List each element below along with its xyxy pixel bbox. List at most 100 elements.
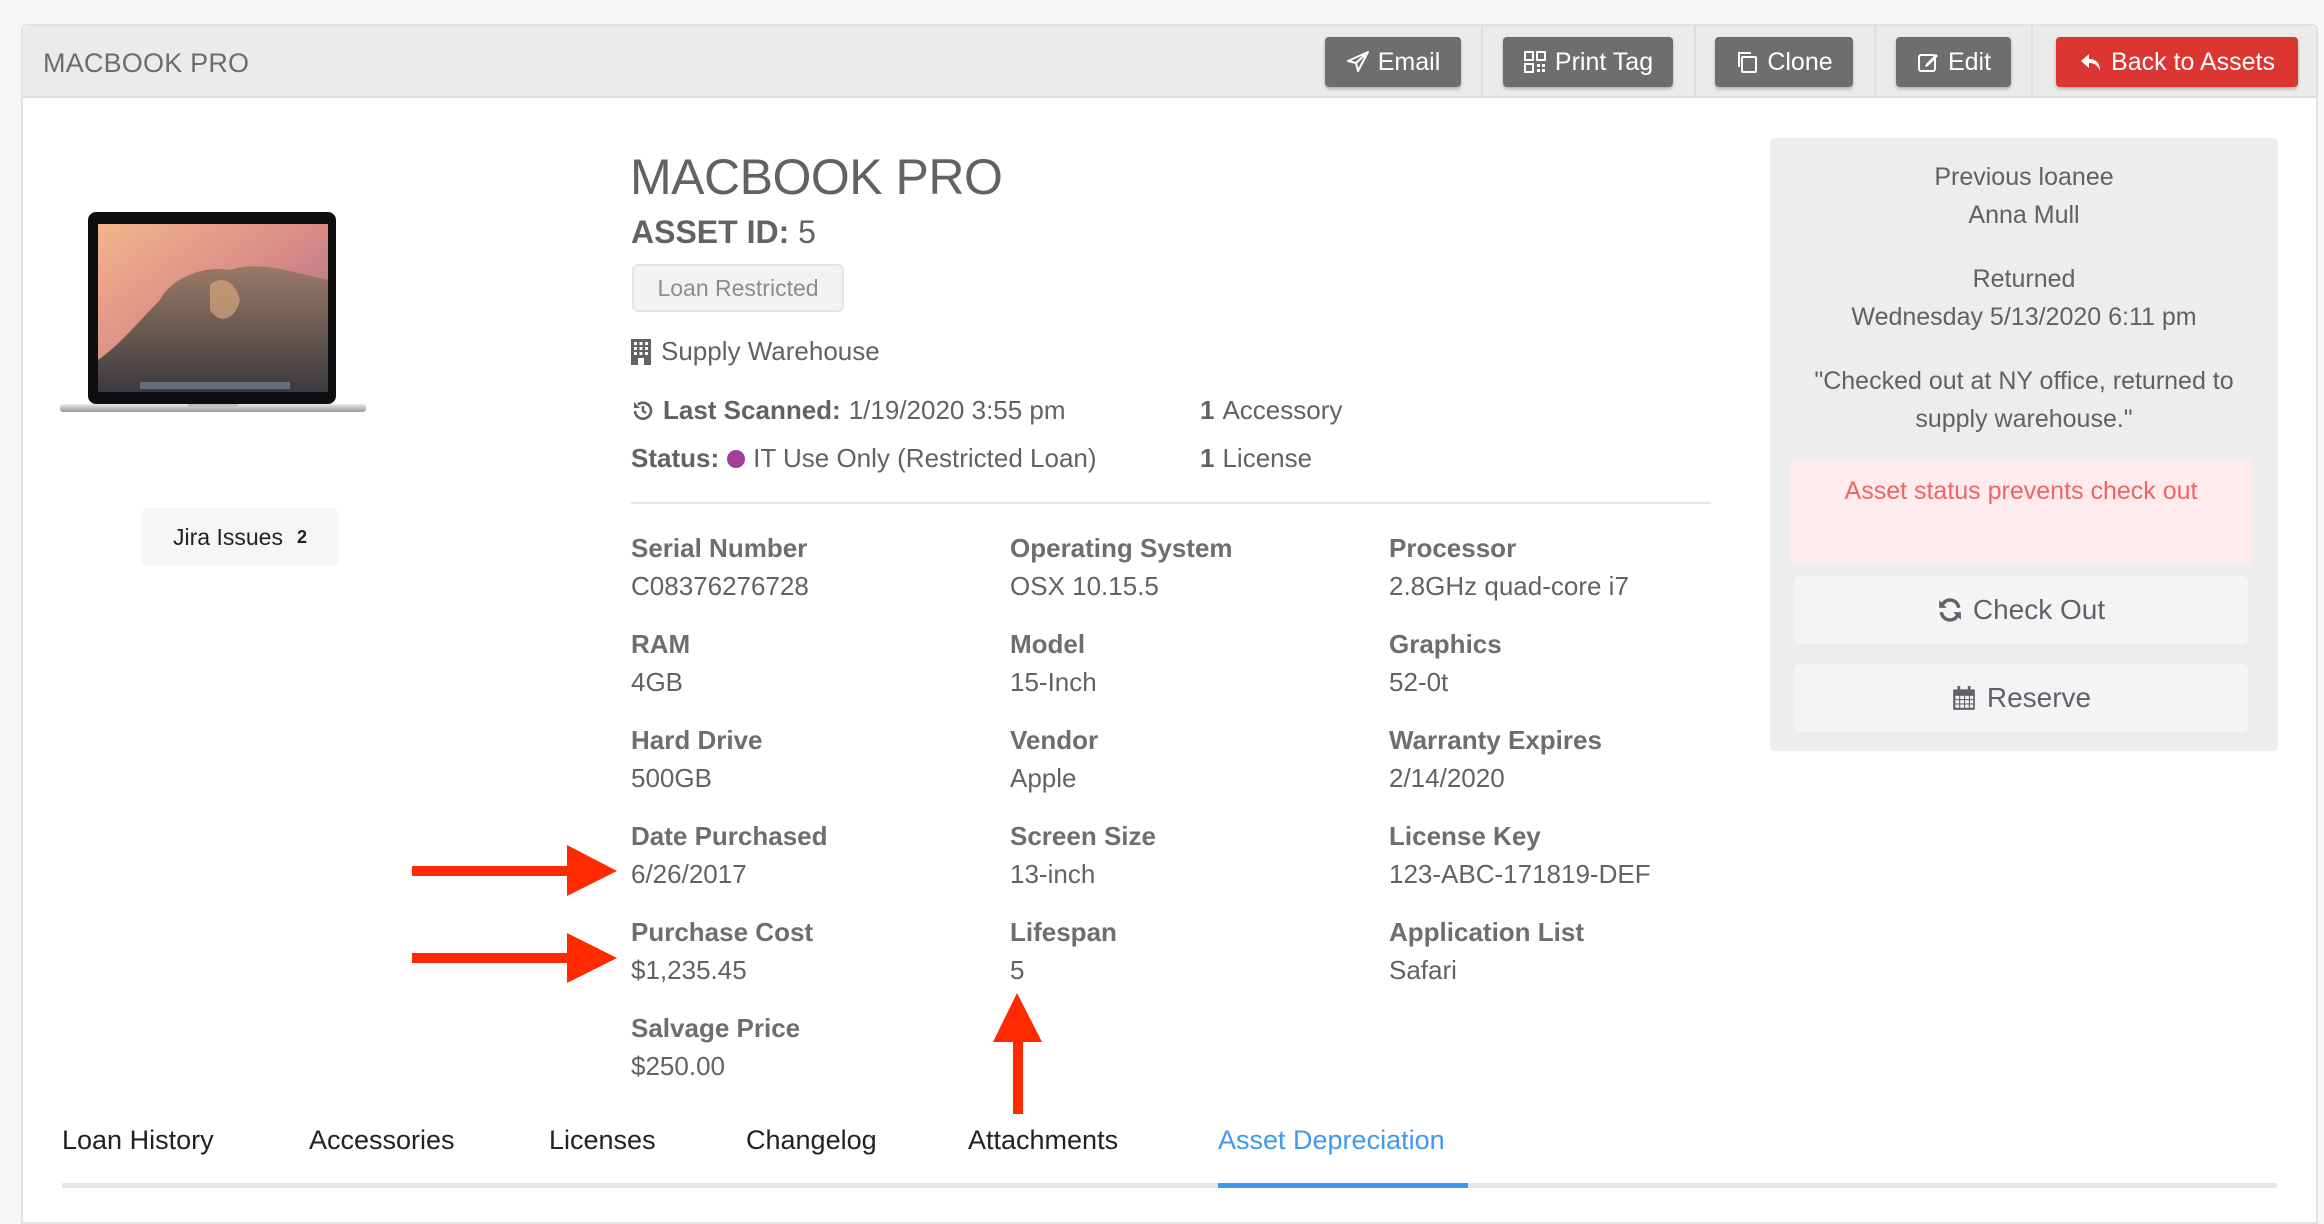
refresh-icon bbox=[1939, 598, 1961, 622]
separator bbox=[1694, 26, 1696, 96]
loan-status-panel: Previous loanee Anna Mull Returned Wedne… bbox=[1770, 138, 2278, 751]
field-value-graphics: 52-0t bbox=[1389, 667, 1449, 697]
field-value-model: 15-Inch bbox=[1010, 667, 1097, 697]
field-value-vendor: Apple bbox=[1010, 763, 1077, 793]
field-label-serial-number: Serial Number bbox=[631, 533, 808, 563]
field-label-license-key: License Key bbox=[1389, 821, 1541, 851]
clone-label: Clone bbox=[1767, 47, 1833, 76]
previous-loanee-label: Previous loanee bbox=[1934, 163, 2114, 191]
field-label-application-list: Application List bbox=[1389, 917, 1584, 947]
divider bbox=[631, 502, 1711, 504]
print-tag-button[interactable]: Print Tag bbox=[1503, 37, 1673, 87]
separator bbox=[1874, 26, 1876, 96]
field-value-ram: 4GB bbox=[631, 667, 684, 697]
jira-issues-button[interactable]: Jira Issues 2 bbox=[142, 508, 338, 566]
jira-issues-count: 2 bbox=[296, 526, 307, 547]
previous-loanee-name: Anna Mull bbox=[1968, 201, 2080, 229]
asset-image bbox=[60, 212, 366, 412]
separator bbox=[1481, 26, 1483, 96]
field-value-date-purchased: 6/26/2017 bbox=[631, 859, 747, 889]
asset-location: Supply Warehouse bbox=[631, 336, 880, 367]
field-label-purchase-cost: Purchase Cost bbox=[631, 917, 814, 947]
edit-button[interactable]: Edit bbox=[1896, 37, 2011, 87]
field-label-operating-system: Operating System bbox=[1010, 533, 1233, 563]
reserve-button[interactable]: Reserve bbox=[1794, 664, 2248, 732]
reply-icon bbox=[2081, 54, 2101, 71]
separator bbox=[2031, 26, 2033, 96]
license-count-value: 1 bbox=[1200, 443, 1215, 473]
clone-button[interactable]: Clone bbox=[1715, 37, 1853, 87]
returned-date: Wednesday 5/13/2020 6:11 pm bbox=[1851, 303, 2197, 331]
status: Status: IT Use Only (Restricted Loan) bbox=[631, 443, 1097, 474]
field-label-salvage-price: Salvage Price bbox=[631, 1013, 801, 1043]
status-value: IT Use Only (Restricted Loan) bbox=[753, 443, 1097, 473]
tab-asset-depreciation[interactable]: Asset Depreciation bbox=[1218, 1125, 1445, 1156]
field-label-lifespan: Lifespan bbox=[1010, 917, 1117, 947]
last-scanned-label: Last Scanned: bbox=[663, 395, 841, 425]
accessory-count-label: Accessory bbox=[1222, 395, 1343, 425]
tab-licenses[interactable]: Licenses bbox=[549, 1125, 656, 1156]
field-label-screen-size: Screen Size bbox=[1010, 821, 1156, 851]
field-label-processor: Processor bbox=[1389, 533, 1517, 563]
edit-icon bbox=[1917, 54, 1938, 72]
field-value-license-key: 123-ABC-171819-DEF bbox=[1389, 859, 1651, 889]
tab-accessories[interactable]: Accessories bbox=[309, 1125, 455, 1156]
qrcode-icon bbox=[1523, 51, 1546, 73]
license-count-label: License bbox=[1222, 443, 1313, 473]
last-scanned-value: 1/19/2020 3:55 pm bbox=[848, 395, 1066, 425]
card-title: MACBOOK PRO bbox=[43, 48, 250, 78]
back-to-assets-button[interactable]: Back to Assets bbox=[2056, 37, 2298, 87]
field-label-model: Model bbox=[1010, 629, 1086, 659]
building-icon bbox=[631, 338, 651, 365]
returned-label: Returned bbox=[1972, 265, 2076, 293]
field-value-processor: 2.8GHz quad-core i7 bbox=[1389, 571, 1629, 601]
back-to-assets-label: Back to Assets bbox=[2111, 47, 2275, 76]
status-dot-icon bbox=[727, 449, 746, 468]
accessory-count-value: 1 bbox=[1200, 395, 1215, 425]
checkout-blocked-alert: Asset status prevents check out bbox=[1790, 458, 2252, 566]
check-out-button[interactable]: Check Out bbox=[1794, 576, 2248, 644]
tab-attachments[interactable]: Attachments bbox=[968, 1125, 1118, 1156]
tabs-baseline bbox=[62, 1183, 2277, 1188]
calendar-icon bbox=[1953, 686, 1975, 710]
field-value-serial-number: C08376276728 bbox=[631, 571, 809, 601]
reserve-label: Reserve bbox=[1986, 682, 2092, 713]
field-value-screen-size: 13-inch bbox=[1010, 859, 1096, 889]
field-value-operating-system: OSX 10.15.5 bbox=[1010, 571, 1159, 601]
last-scanned: Last Scanned: 1/19/2020 3:55 pm bbox=[631, 395, 1066, 426]
field-label-date-purchased: Date Purchased bbox=[631, 821, 828, 851]
jira-issues-label: Jira Issues bbox=[173, 523, 283, 550]
field-value-warranty-expires: 2/14/2020 bbox=[1389, 763, 1505, 793]
print-tag-label: Print Tag bbox=[1554, 47, 1654, 76]
field-value-salvage-price: $250.00 bbox=[631, 1051, 725, 1081]
check-out-label: Check Out bbox=[1972, 594, 2106, 625]
field-value-purchase-cost: $1,235.45 bbox=[631, 955, 747, 985]
loan-note-line-1: "Checked out at NY office, returned to bbox=[1814, 367, 2234, 395]
field-label-warranty-expires: Warranty Expires bbox=[1389, 725, 1602, 755]
email-button[interactable]: Email bbox=[1325, 37, 1461, 87]
asset-id: ASSET ID: 5 bbox=[631, 214, 816, 251]
tab-loan-history[interactable]: Loan History bbox=[62, 1125, 214, 1156]
email-label: Email bbox=[1377, 47, 1441, 76]
accessory-count[interactable]: 1 Accessory bbox=[1200, 395, 1342, 426]
field-value-hard-drive: 500GB bbox=[631, 763, 712, 793]
asset-name: MACBOOK PRO bbox=[630, 149, 1003, 205]
active-tab-indicator bbox=[1218, 1183, 1468, 1188]
loan-note-line-2: supply warehouse." bbox=[1915, 405, 2133, 433]
clone-icon bbox=[1738, 52, 1758, 73]
field-label-vendor: Vendor bbox=[1010, 725, 1099, 755]
loan-restricted-badge: Loan Restricted bbox=[632, 264, 844, 312]
field-value-application-list: Safari bbox=[1389, 955, 1457, 985]
asset-id-value: 5 bbox=[798, 214, 816, 250]
field-label-ram: RAM bbox=[631, 629, 691, 659]
edit-label: Edit bbox=[1947, 47, 1992, 76]
field-label-graphics: Graphics bbox=[1389, 629, 1502, 659]
asset-id-label: ASSET ID: bbox=[631, 214, 790, 250]
tab-changelog[interactable]: Changelog bbox=[746, 1125, 877, 1156]
license-count[interactable]: 1 License bbox=[1200, 443, 1312, 474]
paper-plane-icon bbox=[1346, 51, 1369, 72]
card-header: MACBOOK PRO Email Print Tag Clone Edit B… bbox=[23, 26, 2316, 98]
field-label-hard-drive: Hard Drive bbox=[631, 725, 763, 755]
location-text: Supply Warehouse bbox=[661, 336, 880, 366]
asset-tabs: Loan History Accessories Licenses Change… bbox=[62, 1125, 2277, 1189]
